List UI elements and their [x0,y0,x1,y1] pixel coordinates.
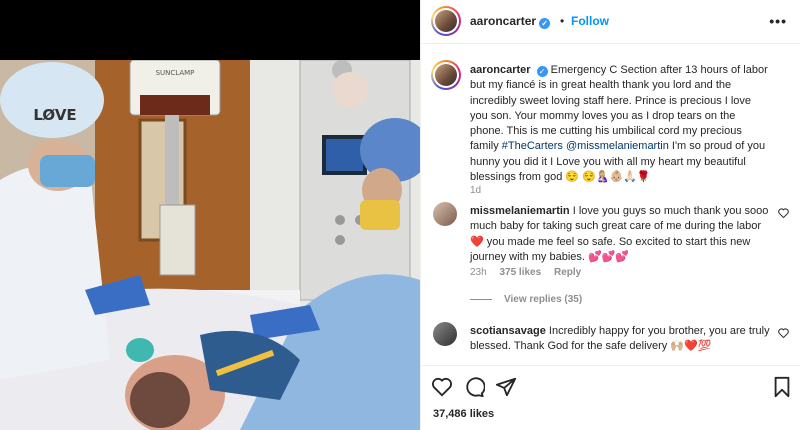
more-icon[interactable]: ••• [769,13,787,29]
post-header: aaroncarter ✓ • Follow ••• [421,0,800,44]
caption-age: 1d [470,185,482,196]
caption-username[interactable]: aaroncarter [470,64,531,76]
comment-heart-icon[interactable] [778,328,789,338]
mention-link[interactable]: @missmelaniemartin [566,140,669,152]
comments-list[interactable]: aaroncarter ✓ Emergency C Section after … [421,45,800,365]
view-replies-button[interactable]: View replies (35) [470,294,582,305]
author-avatar-ring[interactable] [431,6,461,36]
comment-heart-icon[interactable] [778,208,789,218]
comment-username[interactable]: missmelaniemartin [470,205,570,217]
comment-age: 23h [470,267,487,278]
avatar[interactable] [433,202,457,226]
post-photo[interactable]: SUNCLAMP LØVE [0,60,420,430]
comment-text: missmelaniemartin I love you guys so muc… [470,204,770,265]
likes-count[interactable]: 37,486 likes [433,408,494,420]
comment-likes[interactable]: 375 likes [499,267,541,278]
view-replies-label[interactable]: View replies (35) [504,294,582,305]
header-username[interactable]: aaroncarter ✓ [470,14,551,29]
cap-text: LØVE [33,106,76,124]
verified-icon: ✓ [536,66,548,77]
header-username-text[interactable]: aaroncarter [470,14,536,28]
separator-dot: • [560,14,565,28]
delivery-room-photo: SUNCLAMP LØVE [0,60,420,430]
view-replies-line [470,298,492,300]
hashtag-link[interactable]: #TheCarters [502,140,563,152]
reply-button[interactable]: Reply [554,267,581,278]
follow-button[interactable]: Follow [571,14,609,28]
comment-username[interactable]: scotiansavage [470,325,546,337]
comment-icon[interactable] [463,376,485,398]
lamp-brand-text: SUNCLAMP [156,69,195,77]
comment-text: scotiansavage Incredibly happy for you b… [470,324,770,355]
caption-avatar-ring[interactable] [431,60,461,90]
avatar [435,64,457,86]
post-panel: aaroncarter ✓ • Follow ••• aaroncarter ✓ … [420,0,800,430]
heart-icon[interactable] [431,376,453,398]
caption-meta: 1d [470,185,491,196]
save-icon[interactable] [771,376,793,398]
verified-icon: ✓ [539,18,551,29]
share-icon[interactable] [495,376,517,398]
comment-meta: 23h 375 likes Reply [470,267,591,278]
action-bar [421,365,800,405]
avatar [435,10,457,32]
post-media[interactable]: SUNCLAMP LØVE [0,0,420,430]
avatar[interactable] [433,322,457,346]
caption-text: aaroncarter ✓ Emergency C Section after … [470,63,770,185]
